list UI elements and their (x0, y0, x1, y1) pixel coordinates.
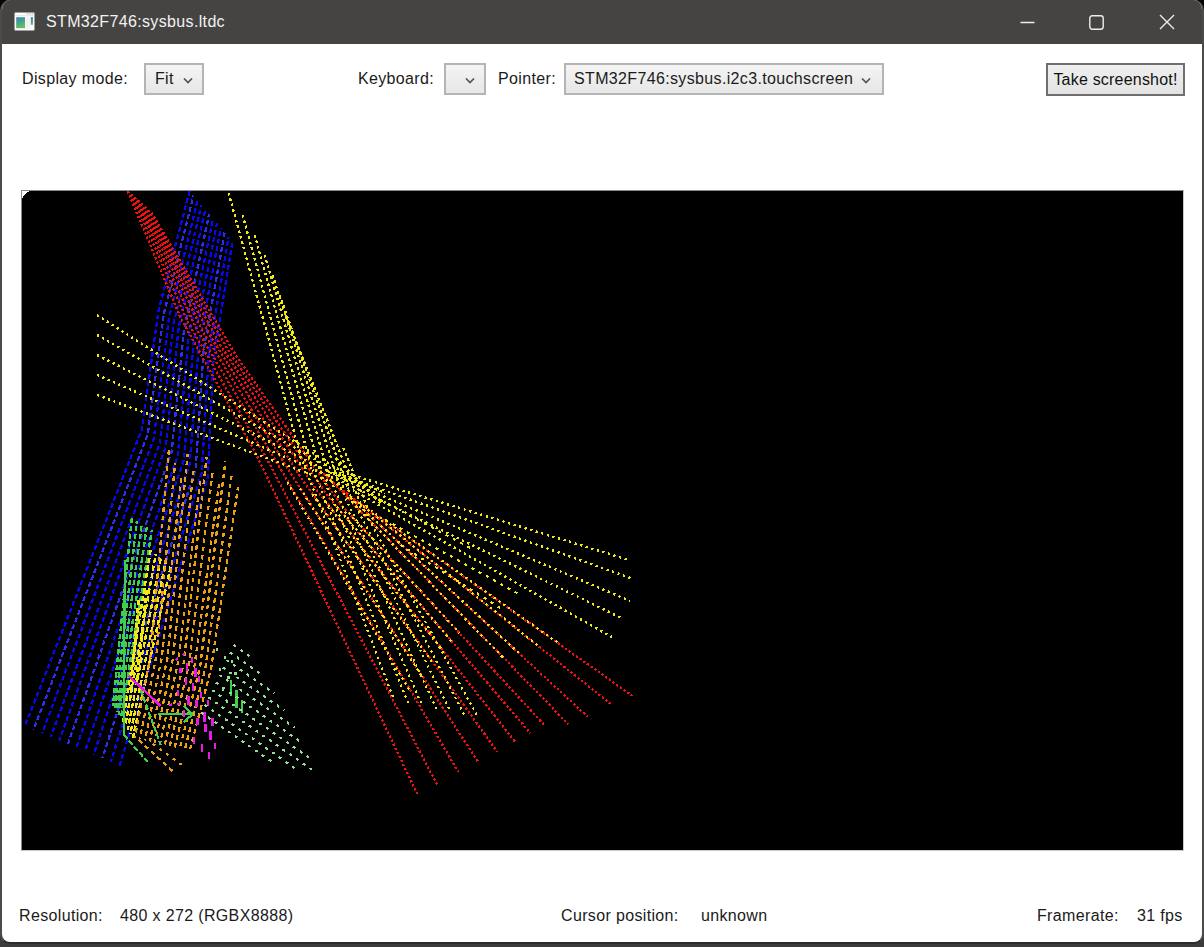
display-mode-combobox[interactable]: Fit (144, 63, 204, 95)
minimize-button[interactable] (1004, 0, 1050, 44)
framerate-label: Framerate: (1037, 906, 1119, 925)
pointer-label: Pointer: (498, 63, 556, 95)
ltdc-analyzer-window: STM32F746:sysbus.ltdc Display mode: Fit … (0, 0, 1204, 944)
chevron-down-icon (183, 78, 193, 84)
take-screenshot-button[interactable]: Take screenshot! (1046, 63, 1185, 96)
keyboard-label: Keyboard: (358, 63, 434, 95)
framebuffer-display[interactable] (21, 190, 1184, 851)
close-button[interactable] (1144, 0, 1190, 44)
minimize-icon (1020, 15, 1035, 30)
chevron-down-icon (465, 78, 475, 84)
resolution-value: 480 x 272 (RGBX8888) (120, 906, 293, 925)
app-window-icon (14, 12, 35, 31)
cursor-position-label: Cursor position: (561, 906, 679, 925)
cursor-position-value: unknown (701, 906, 768, 925)
display-mode-label: Display mode: (22, 63, 128, 95)
pointer-value: STM32F746:sysbus.i2c3.touchscreen (574, 70, 853, 88)
close-icon (1159, 14, 1175, 30)
display-mode-value: Fit (155, 70, 174, 88)
maximize-button[interactable] (1073, 0, 1119, 44)
framerate-value: 31 fps (1137, 906, 1183, 925)
chevron-down-icon (861, 78, 871, 84)
resolution-label: Resolution: (19, 906, 103, 925)
keyboard-combobox[interactable] (444, 63, 486, 95)
maximize-icon (1089, 15, 1104, 30)
pointer-combobox[interactable]: STM32F746:sysbus.i2c3.touchscreen (564, 63, 884, 95)
framebuffer-canvas (22, 191, 1183, 850)
corner-notch (22, 191, 30, 199)
window-title: STM32F746:sysbus.ltdc (46, 0, 225, 44)
titlebar[interactable]: STM32F746:sysbus.ltdc (2, 0, 1202, 44)
